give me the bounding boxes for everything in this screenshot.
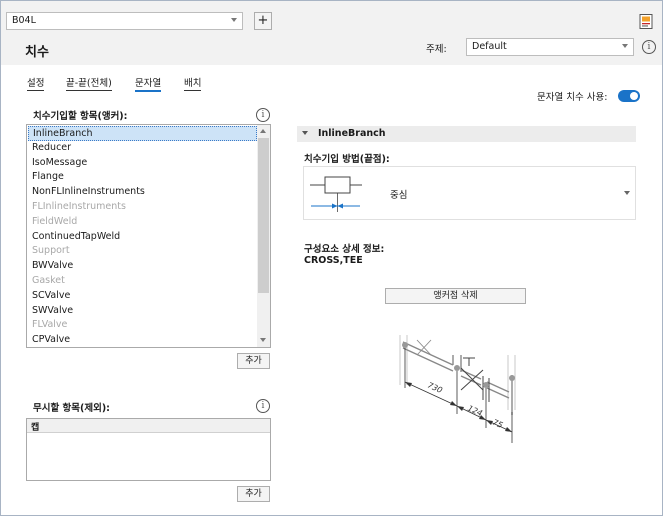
list-item[interactable]: InlineBranch xyxy=(28,126,257,141)
method-combo[interactable]: 중심 xyxy=(303,166,636,220)
list-item[interactable]: Reducer xyxy=(32,141,71,156)
file-combo-value: B04L xyxy=(12,15,36,26)
ignore-header-text: 캡 xyxy=(31,423,40,433)
toggle-knob xyxy=(630,92,638,100)
add-ignore-button[interactable]: 추가 xyxy=(237,486,270,502)
string-dimension-label: 문자열 치수 사용: xyxy=(537,92,608,103)
ignore-listbox[interactable]: 캡 xyxy=(26,418,271,481)
list-item[interactable]: Flange xyxy=(32,170,64,185)
dimension-list-label: 치수기입할 항목(앵커): xyxy=(33,111,128,122)
tab-settings[interactable]: 설정 xyxy=(27,75,45,91)
chevron-up-icon[interactable] xyxy=(260,129,266,133)
component-label: 구성요소 상세 정보: xyxy=(304,244,385,255)
add-dimension-button[interactable]: 추가 xyxy=(237,353,270,369)
ignore-list-header: 캡 xyxy=(27,419,270,433)
list-item[interactable]: Support xyxy=(32,244,70,259)
file-combo[interactable]: B04L xyxy=(6,12,243,30)
page-title: 치수 xyxy=(25,45,49,60)
method-label: 치수기입 방법(끝점): xyxy=(304,154,390,165)
info-icon[interactable]: i xyxy=(256,108,270,122)
ignore-list-label: 무시할 항목(제외): xyxy=(33,403,110,414)
delete-anchor-button[interactable]: 앵커점 삭제 xyxy=(385,288,526,304)
info-icon[interactable]: i xyxy=(256,399,270,413)
method-value: 중심 xyxy=(390,190,408,201)
section-header[interactable]: InlineBranch xyxy=(297,126,636,142)
center-method-icon xyxy=(310,176,362,212)
tab-string[interactable]: 문자열 xyxy=(135,75,162,92)
list-item[interactable]: CPValve xyxy=(32,333,70,347)
theme-combo[interactable]: Default xyxy=(466,38,634,56)
chevron-down-icon xyxy=(231,18,237,22)
list-item[interactable]: FieldWeld xyxy=(32,215,77,230)
export-pdf-icon[interactable] xyxy=(638,13,655,30)
list-item[interactable]: SCValve xyxy=(32,289,70,304)
section-title: InlineBranch xyxy=(318,128,386,139)
chevron-down-icon[interactable] xyxy=(624,191,630,195)
chevron-down-icon xyxy=(622,44,628,48)
info-icon[interactable]: i xyxy=(642,40,656,54)
theme-combo-value: Default xyxy=(472,41,507,52)
tab-layout[interactable]: 배치 xyxy=(184,75,202,91)
list-item[interactable]: SWValve xyxy=(32,304,73,319)
dim-label-3: 75 xyxy=(491,418,504,430)
component-value: CROSS,TEE xyxy=(304,255,363,266)
collapse-icon[interactable] xyxy=(302,131,308,135)
dimension-listbox[interactable]: InlineBranch Reducer IsoMessage Flange NonFL… xyxy=(26,124,271,348)
list-item[interactable]: BWValve xyxy=(32,259,73,274)
tab-end-to-end[interactable]: 끝-끝(전체) xyxy=(66,75,112,91)
list-item[interactable]: FLValve xyxy=(32,318,67,333)
scrollbar-thumb[interactable] xyxy=(258,138,269,293)
list-item[interactable]: NonFLInlineInstruments xyxy=(32,185,145,200)
add-file-button[interactable]: + xyxy=(254,12,272,30)
list-item[interactable]: ContinuedTapWeld xyxy=(32,230,120,245)
listbox-scrollbar[interactable] xyxy=(257,125,270,347)
list-item[interactable]: FLInlineInstruments xyxy=(32,200,126,215)
inline-branch-illustration: 730 124 75 xyxy=(399,335,516,443)
list-item[interactable]: Gasket xyxy=(32,274,65,289)
theme-label: 주제: xyxy=(426,44,447,55)
list-item[interactable]: IsoMessage xyxy=(32,156,87,171)
chevron-down-icon[interactable] xyxy=(260,338,266,342)
string-dimension-toggle[interactable] xyxy=(618,90,640,102)
